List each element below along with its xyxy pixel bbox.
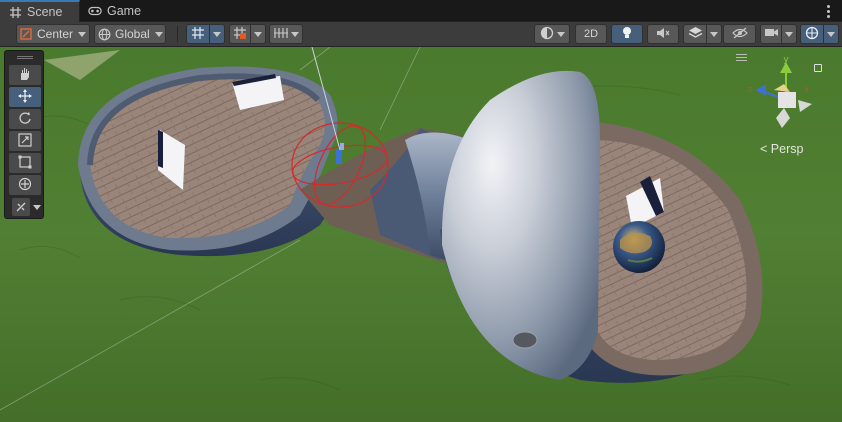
toggle-2d-button[interactable]: 2D <box>575 24 607 44</box>
tab-game-label: Game <box>107 4 142 18</box>
gizmos-dropdown[interactable] <box>823 24 839 44</box>
scene-viewport[interactable]: y z x < Persp <box>0 47 842 422</box>
projection-toggle[interactable]: < Persp <box>760 142 803 156</box>
toolbar-divider <box>177 26 178 42</box>
transform-icon <box>18 177 32 194</box>
align-dropdown[interactable] <box>269 24 303 44</box>
projection-label: Persp <box>770 142 804 156</box>
custom-tools-icon <box>12 198 30 216</box>
gamepad-icon <box>88 4 102 18</box>
increment-snap-toggle[interactable] <box>229 24 251 44</box>
chevron-left-icon: < <box>760 142 768 156</box>
chevron-down-icon <box>154 31 163 37</box>
effects-dropdown[interactable] <box>706 24 722 44</box>
more-options-icon[interactable] <box>824 2 832 20</box>
tool-palette <box>4 50 44 219</box>
chevron-down-icon <box>710 31 718 37</box>
tab-scene[interactable]: Scene <box>0 0 80 22</box>
scale-icon <box>18 132 32 150</box>
lighting-toggle[interactable] <box>611 24 643 44</box>
chevron-down-icon <box>78 31 87 37</box>
pivot-icon <box>17 28 35 40</box>
space-mode-dropdown[interactable]: Global <box>94 24 166 44</box>
toggle-2d-label: 2D <box>583 28 599 40</box>
rect-transform-icon <box>18 155 32 172</box>
eye-hidden-icon <box>731 27 748 42</box>
snap-magnet-icon <box>233 26 247 43</box>
align-icon <box>273 27 289 42</box>
palette-drag-handle[interactable] <box>17 56 33 59</box>
scene-tab-bar: Scene Game <box>0 0 842 22</box>
lock-icon[interactable] <box>814 64 822 72</box>
shaded-sphere-icon <box>540 26 554 43</box>
camera-dropdown[interactable] <box>781 24 797 44</box>
gizmo-menu-icon[interactable] <box>736 54 750 62</box>
chevron-down-icon <box>213 31 221 37</box>
effects-layers-icon <box>688 26 703 42</box>
svg-text:z: z <box>748 85 753 95</box>
svg-text:x: x <box>804 85 810 95</box>
camera-settings-button[interactable] <box>760 24 782 44</box>
space-mode-label: Global <box>115 27 150 41</box>
chevron-down-icon <box>254 31 262 37</box>
gizmos-toggle[interactable] <box>800 24 824 44</box>
audio-toggle[interactable] <box>647 24 679 44</box>
chevron-down-icon <box>33 204 41 210</box>
transform-tool-button[interactable] <box>9 175 41 195</box>
grid-snap-icon <box>191 26 205 43</box>
scale-tool-button[interactable] <box>9 131 41 151</box>
tab-game[interactable]: Game <box>80 0 150 22</box>
pivot-mode-dropdown[interactable]: Center <box>16 24 90 44</box>
chevron-down-icon <box>291 31 299 37</box>
light-bulb-icon <box>621 26 633 43</box>
svg-text:y: y <box>783 55 789 65</box>
tab-scene-label: Scene <box>27 5 63 19</box>
globe-icon <box>95 28 113 41</box>
chevron-down-icon <box>827 31 835 37</box>
effects-toggle[interactable] <box>683 24 707 44</box>
scene-toolbar: Center Global 2D <box>0 22 842 47</box>
move-arrows-icon <box>18 88 32 106</box>
camera-icon <box>764 27 779 41</box>
pivot-mode-label: Center <box>37 27 74 41</box>
scene-render: y z x <box>0 47 842 422</box>
scene-visibility-toggle[interactable] <box>723 24 756 44</box>
chevron-down-icon <box>556 31 565 37</box>
custom-tool-button[interactable] <box>9 197 41 217</box>
draw-mode-dropdown[interactable] <box>534 24 570 44</box>
rotate-tool-button[interactable] <box>9 109 41 129</box>
speaker-muted-icon <box>656 27 670 42</box>
rect-tool-button[interactable] <box>9 153 41 173</box>
rotate-icon <box>18 111 32 128</box>
chevron-down-icon <box>785 31 793 37</box>
gizmos-globe-icon <box>805 26 819 43</box>
grid-snap-toggle[interactable] <box>186 24 210 44</box>
grid-snap-dropdown[interactable] <box>209 24 225 44</box>
hand-icon <box>18 67 32 84</box>
hand-tool-button[interactable] <box>9 65 41 85</box>
move-tool-button[interactable] <box>9 87 41 107</box>
increment-snap-dropdown[interactable] <box>250 24 266 44</box>
hash-icon <box>8 5 22 19</box>
